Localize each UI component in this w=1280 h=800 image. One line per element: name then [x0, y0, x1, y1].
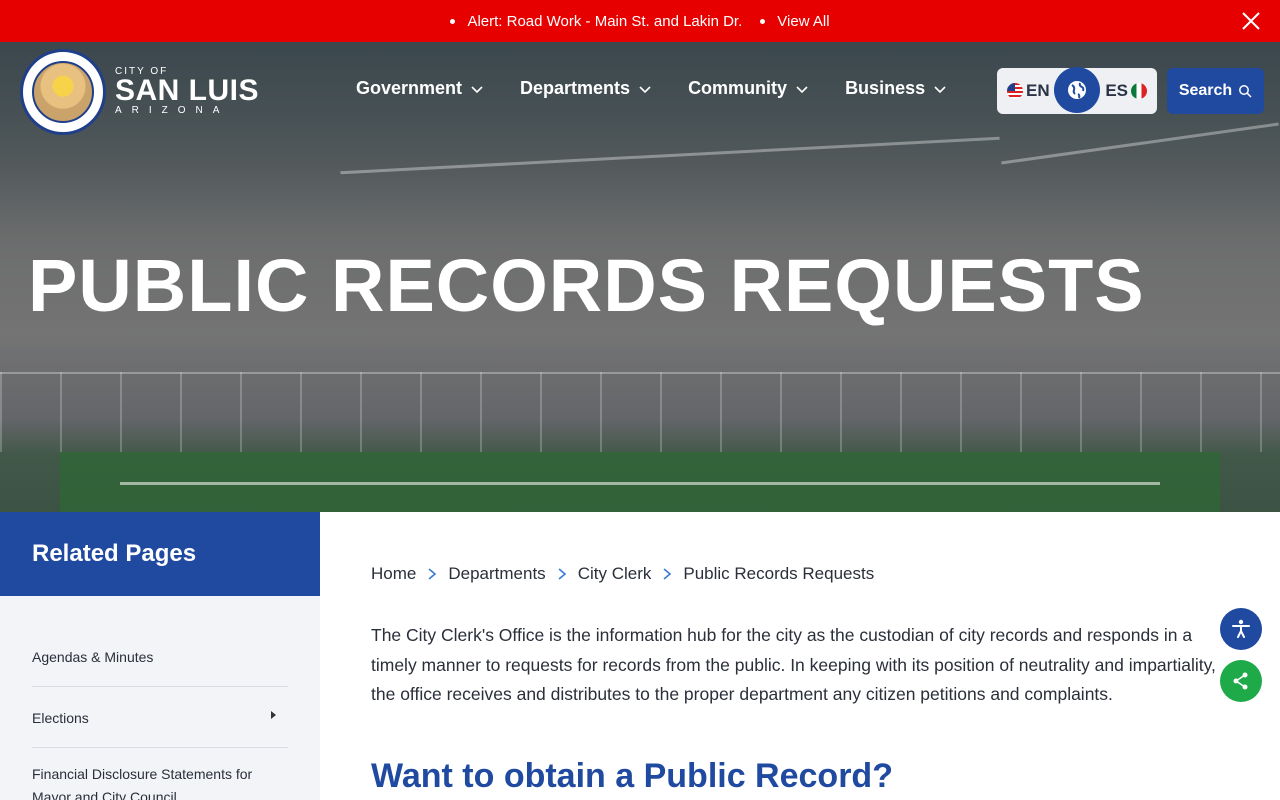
- accessibility-button[interactable]: [1220, 608, 1262, 650]
- search-button[interactable]: Search: [1167, 68, 1264, 114]
- sidebar-item-label: Elections: [32, 710, 89, 726]
- alert-message-link[interactable]: Alert: Road Work - Main St. and Lakin Dr…: [467, 13, 742, 30]
- breadcrumb: Home Departments City Clerk Public Recor…: [371, 564, 874, 584]
- breadcrumb-home[interactable]: Home: [371, 564, 416, 584]
- turf-line: [120, 482, 1160, 485]
- bullet-icon: [450, 18, 456, 24]
- alert-bar: Alert: Road Work - Main St. and Lakin Dr…: [0, 0, 1280, 42]
- sidebar-item-label: Financial Disclosure Statements for Mayo…: [32, 766, 253, 800]
- field-line: [1001, 122, 1279, 165]
- sidebar-item-label: Agendas & Minutes: [32, 649, 154, 665]
- chevron-right-icon: [558, 568, 566, 580]
- share-button[interactable]: [1220, 660, 1262, 702]
- search-icon: [1239, 85, 1252, 98]
- globe-icon: [1068, 81, 1086, 99]
- nav-label: Departments: [520, 78, 631, 98]
- section-heading: Want to obtain a Public Record?: [371, 757, 893, 795]
- breadcrumb-departments[interactable]: Departments: [448, 564, 545, 584]
- related-pages-title: Related Pages: [0, 512, 320, 596]
- search-label: Search: [1178, 82, 1233, 99]
- chevron-down-icon: [934, 85, 946, 93]
- brand-wordmark[interactable]: CITY OF SAN LUIS ARIZONA: [115, 66, 259, 116]
- seal-emblem: [32, 61, 94, 123]
- chevron-down-icon: [639, 85, 651, 93]
- brand-name: SAN LUIS: [115, 74, 260, 107]
- nav-departments[interactable]: Departments: [520, 78, 652, 99]
- sidebar-item-financial-disclosure[interactable]: Financial Disclosure Statements for Mayo…: [32, 748, 288, 800]
- mx-flag-icon: [1131, 83, 1147, 99]
- main-nav: Government Departments Community Busines…: [356, 78, 983, 99]
- accessibility-icon: [1232, 619, 1250, 638]
- chevron-right-icon: [428, 568, 437, 580]
- lang-en[interactable]: EN: [1007, 81, 1050, 101]
- sidebar-item-elections[interactable]: Elections: [32, 687, 288, 748]
- alert-view-all[interactable]: View All: [754, 13, 830, 30]
- nav-business[interactable]: Business: [845, 78, 947, 99]
- chevron-down-icon: [471, 85, 483, 93]
- page-title: PUBLIC RECORDS REQUESTS: [28, 244, 1145, 327]
- nav-label: Business: [845, 78, 926, 98]
- nav-community[interactable]: Community: [688, 78, 809, 99]
- related-pages-sidebar: Agendas & Minutes Elections Financial Di…: [0, 596, 320, 800]
- alert-item[interactable]: Alert: Road Work - Main St. and Lakin Dr…: [450, 13, 742, 30]
- nav-label: Community: [688, 78, 788, 98]
- close-icon[interactable]: [1240, 10, 1262, 32]
- field-line: [340, 136, 1000, 175]
- fence: [0, 372, 1280, 452]
- nav-government[interactable]: Government: [356, 78, 484, 99]
- breadcrumb-current: Public Records Requests: [683, 564, 875, 583]
- city-seal-logo[interactable]: [20, 49, 106, 135]
- chevron-right-icon: [663, 568, 672, 580]
- nav-label: Government: [356, 78, 463, 98]
- lang-es-label: ES: [1105, 81, 1128, 100]
- us-flag-icon: [1007, 83, 1023, 99]
- share-icon: [1233, 672, 1248, 690]
- lang-en-label: EN: [1026, 81, 1050, 100]
- caret-right-icon[interactable]: [271, 711, 276, 719]
- lang-es[interactable]: ES: [1105, 81, 1147, 101]
- sidebar-item-agendas[interactable]: Agendas & Minutes: [32, 626, 288, 687]
- chevron-down-icon: [796, 85, 808, 93]
- bullet-icon: [760, 18, 766, 24]
- language-globe-button[interactable]: [1054, 67, 1100, 113]
- intro-paragraph: The City Clerk's Office is the informati…: [371, 625, 1216, 704]
- view-all-link[interactable]: View All: [777, 13, 829, 30]
- breadcrumb-city-clerk[interactable]: City Clerk: [578, 564, 652, 584]
